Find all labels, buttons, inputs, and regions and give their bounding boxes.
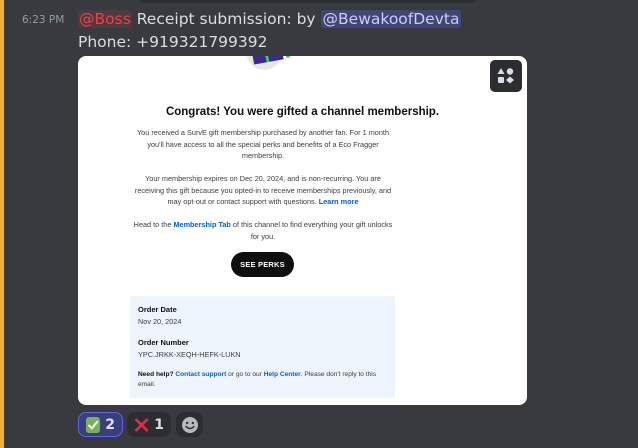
membership-tab-suffix: of this channel to find everything your … xyxy=(232,220,393,241)
smiley-add-reaction-icon xyxy=(181,416,198,433)
message-timestamp[interactable]: 6:23 PM xyxy=(22,14,64,26)
add-reaction-button[interactable] xyxy=(176,412,203,437)
message-line-1: @Boss Receipt submission: by @BewakoofDe… xyxy=(78,10,462,28)
help-center-link[interactable]: Help Center xyxy=(264,371,301,378)
reaction-count: 1 xyxy=(154,416,164,433)
order-date-label: Order Date xyxy=(138,305,177,314)
email-title: Congrats! You were gifted a channel memb… xyxy=(165,106,440,118)
learn-more-link[interactable]: Learn more xyxy=(319,197,359,206)
gift-box-illustration xyxy=(246,56,290,70)
view-mode-button[interactable] xyxy=(490,60,522,92)
help-mid-text: or go to our xyxy=(228,371,262,378)
email-paragraph-2: Your membership expires on Dec 20, 2024,… xyxy=(133,173,393,208)
contact-support-link[interactable]: Contact support xyxy=(175,371,226,378)
user-mention[interactable]: @BewakoofDevta xyxy=(320,10,462,28)
membership-tab-prefix: Head to the xyxy=(133,220,172,229)
order-date-value: Nov 20, 2024 xyxy=(138,317,182,326)
role-mention[interactable]: @Boss xyxy=(78,10,132,28)
email-paragraph-1: You received a SurvE gift membership pur… xyxy=(136,128,390,160)
email-embed-image[interactable]: Congrats! You were gifted a channel memb… xyxy=(78,56,527,405)
help-heading: Need help? xyxy=(138,371,174,378)
previous-embed-edge xyxy=(140,0,476,3)
cross-mark-icon xyxy=(135,417,149,432)
phone-line: Phone: +919321799392 xyxy=(78,33,268,51)
order-number-value: YPC.JRKK-XEQH-HEFK-LUKN xyxy=(138,350,241,359)
order-details-box: Order Date Nov 20, 2024 Order Number YPC… xyxy=(130,296,395,398)
membership-tab-link[interactable]: Membership Tab xyxy=(173,220,230,229)
order-number-label: Order Number xyxy=(138,338,189,347)
shapes-icon xyxy=(497,68,514,84)
email-paragraph-3: Head to the Membership Tab of this chann… xyxy=(133,219,393,242)
see-perks-button[interactable]: SEE PERKS xyxy=(231,252,294,277)
reaction-cross[interactable]: 1 xyxy=(127,412,171,437)
mention-highlight-bar xyxy=(0,0,4,448)
help-text: Need help? Contact support or go to our … xyxy=(138,370,386,390)
reaction-check[interactable]: 2 xyxy=(78,412,123,437)
reaction-count: 2 xyxy=(105,416,115,433)
white-check-mark-icon xyxy=(86,416,101,433)
message-text: Receipt submission: by xyxy=(136,10,316,28)
